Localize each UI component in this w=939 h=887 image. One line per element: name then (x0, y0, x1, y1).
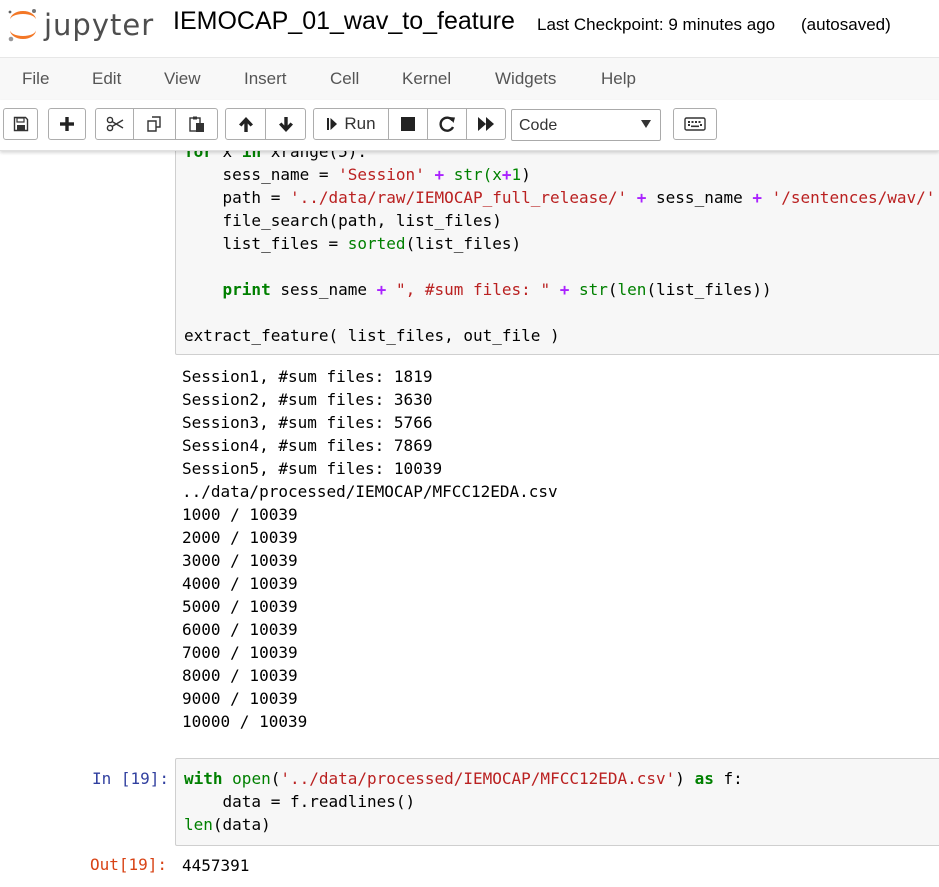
code-line: sess_name = 'Session' + str(x+1) (184, 165, 531, 184)
menu-bar: File Edit View Insert Cell Kernel Widget… (0, 57, 939, 101)
jupyter-logo-text: jupyter (44, 8, 155, 42)
menu-file[interactable]: File (22, 69, 49, 89)
copy-icon (146, 116, 161, 132)
jupyter-logo-icon (8, 9, 36, 42)
output-line: 8000 / 10039 (182, 666, 298, 685)
output-line: 9000 / 10039 (182, 689, 298, 708)
output-line: 1000 / 10039 (182, 505, 298, 524)
menu-view[interactable]: View (164, 69, 201, 89)
cut-icon (106, 116, 123, 132)
output-line: 7000 / 10039 (182, 643, 298, 662)
output-line: 5000 / 10039 (182, 597, 298, 616)
save-button[interactable] (3, 108, 38, 140)
code-line: path = '../data/raw/IEMOCAP_full_release… (184, 188, 936, 207)
caret-down-icon (641, 120, 651, 128)
restart-run-all-button[interactable] (466, 108, 506, 140)
code-line: print sess_name + ", #sum files: " + str… (184, 280, 772, 299)
paste-icon (188, 116, 204, 132)
code-line: list_files = sorted(list_files) (184, 234, 522, 253)
code-line: for x in xrange(5): (184, 151, 368, 161)
cell-type-select[interactable]: Code (511, 109, 661, 141)
output-line: Session3, #sum files: 5766 (182, 413, 433, 432)
toolbar: Run Code (0, 100, 939, 151)
menu-cell[interactable]: Cell (330, 69, 359, 89)
notebook-header: jupyter IEMOCAP_01_wav_to_feature Last C… (0, 0, 939, 57)
copy-button[interactable] (133, 108, 176, 140)
code-line: data = f.readlines() (184, 792, 416, 811)
menu-widgets[interactable]: Widgets (495, 69, 556, 89)
code-cell-input[interactable]: with open('../data/processed/IEMOCAP/MFC… (175, 758, 939, 846)
cell-type-value: Code (519, 117, 558, 134)
menu-insert[interactable]: Insert (244, 69, 287, 89)
step-icon (327, 118, 338, 130)
code-line: file_search(path, list_files) (184, 211, 502, 230)
jupyter-logo[interactable]: jupyter (6, 5, 154, 45)
output-line: Session2, #sum files: 3630 (182, 390, 433, 409)
stop-icon (401, 117, 415, 131)
insert-cell-button[interactable] (48, 108, 86, 140)
arrow-down-icon (278, 116, 293, 132)
output-line: 6000 / 10039 (182, 620, 298, 639)
fast-forward-icon (478, 117, 494, 131)
checkpoint-status: Last Checkpoint: 9 minutes ago (537, 15, 776, 34)
run-button-label: Run (344, 114, 376, 133)
menu-edit[interactable]: Edit (92, 69, 121, 89)
output-line: Session5, #sum files: 10039 (182, 459, 443, 478)
output-line: 10000 / 10039 (182, 712, 308, 731)
restart-kernel-button[interactable] (427, 108, 467, 140)
plus-icon (60, 117, 74, 131)
output-line: 2000 / 10039 (182, 528, 298, 547)
command-palette-button[interactable] (673, 108, 717, 140)
notebook-container: for x in xrange(5): sess_name = 'Session… (0, 151, 939, 887)
output-prompt: Out[19]: (90, 855, 168, 874)
code-line: extract_feature( list_files, out_file ) (184, 326, 560, 345)
keyboard-icon (684, 117, 706, 131)
move-down-button[interactable] (265, 108, 306, 140)
output-line: 4000 / 10039 (182, 574, 298, 593)
restart-icon (439, 116, 455, 132)
arrow-up-icon (238, 116, 253, 132)
notebook-name[interactable]: IEMOCAP_01_wav_to_feature (173, 7, 515, 36)
paste-button[interactable] (175, 108, 218, 140)
menu-kernel[interactable]: Kernel (402, 69, 451, 89)
code-line: len(data) (184, 815, 271, 834)
code-line: with open('../data/processed/IEMOCAP/MFC… (184, 769, 743, 788)
run-button[interactable]: Run (313, 108, 389, 140)
interrupt-button[interactable] (388, 108, 428, 140)
autosave-status: (autosaved) (801, 15, 891, 34)
output-line: 3000 / 10039 (182, 551, 298, 570)
menu-help[interactable]: Help (601, 69, 636, 89)
output-line: ../data/processed/IEMOCAP/MFCC12EDA.csv (182, 482, 558, 501)
cut-button[interactable] (95, 108, 134, 140)
move-up-button[interactable] (225, 108, 266, 140)
save-icon (13, 116, 28, 132)
output-value: 4457391 (182, 856, 250, 875)
code-cell-input[interactable]: for x in xrange(5): sess_name = 'Session… (175, 151, 939, 355)
output-line: Session1, #sum files: 1819 (182, 367, 433, 386)
output-line: Session4, #sum files: 7869 (182, 436, 433, 455)
input-prompt: In [19]: (92, 769, 170, 788)
